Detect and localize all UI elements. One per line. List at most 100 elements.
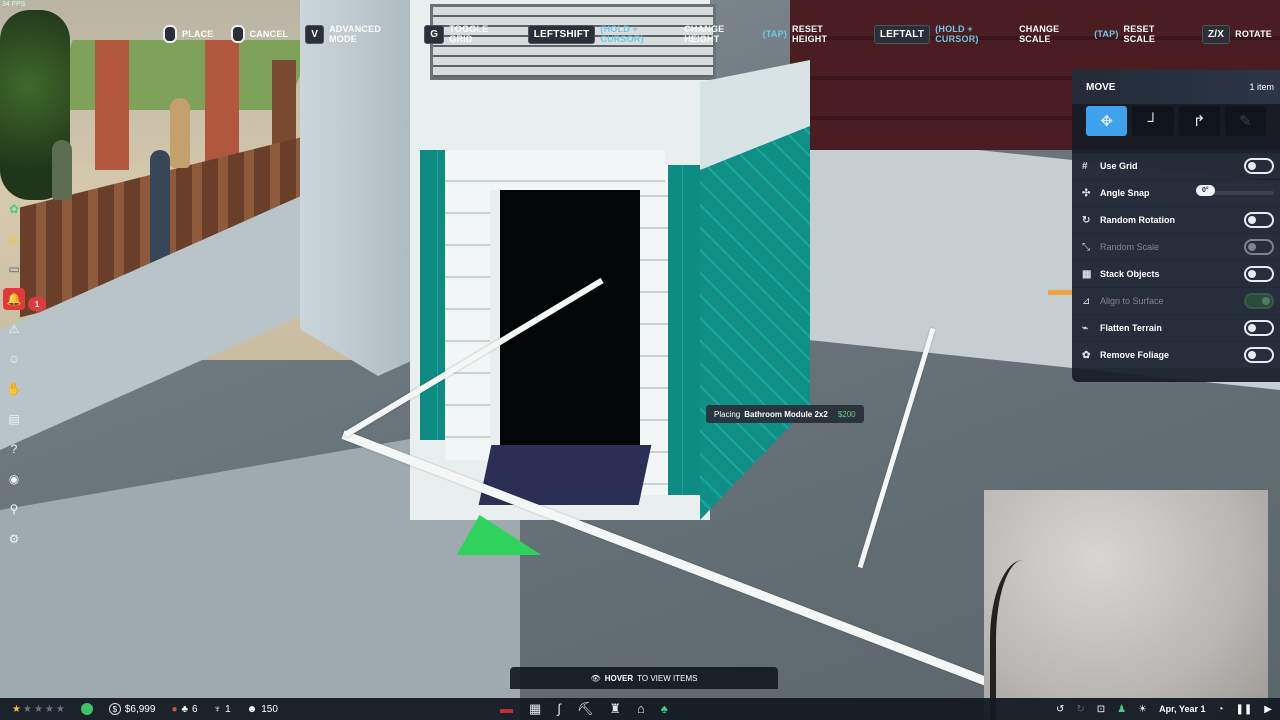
ride-icon[interactable]: ▬ [500, 701, 513, 717]
tooltip-prefix: Placing [714, 409, 741, 419]
panel-header: MOVE 1 item [1072, 70, 1280, 104]
inbox-icon[interactable]: ▭ [3, 258, 25, 280]
shop-icon[interactable]: ⌂ [637, 701, 645, 717]
left-sidebar: ✿ ◎ ▭ 🔔 ⚠ ☺ ✋ ▤ ? ◉ ⚲ ⚙ [0, 198, 28, 550]
staff[interactable]: ♆ 1 [214, 704, 231, 715]
worker-icon: ♆ [213, 703, 222, 715]
slider-value: 0° [1196, 185, 1215, 196]
hint-change-height: LEFTSHIFT (HOLD + CURSOR) CHANGE HEIGHT … [525, 22, 865, 46]
remove-foliage-toggle[interactable] [1244, 347, 1274, 363]
panel-title: MOVE [1086, 81, 1116, 93]
orange-marker [1048, 290, 1072, 295]
hint-toggle-grid: G TOGGLE GRID [421, 22, 518, 46]
clipboard-icon[interactable]: ▤ [3, 408, 25, 430]
hover-label-bold: HOVER [604, 673, 634, 683]
move-options: # Use Grid ✣ Angle Snap 0° ↻ Random Rota… [1072, 153, 1280, 368]
hint-label: CHANGE SCALE [1019, 24, 1060, 44]
option-random-rotation[interactable]: ↻ Random Rotation [1072, 207, 1280, 233]
settings-gear-icon[interactable]: ⚙ [3, 528, 25, 550]
selection-count: 1 item [1249, 82, 1274, 92]
use-grid-toggle[interactable] [1244, 158, 1274, 174]
sun-icon: ☀ [1138, 703, 1148, 715]
tooltip-item-name: Bathroom Module 2x2 [744, 409, 828, 419]
hint-cancel: CANCEL [228, 23, 297, 45]
hint-rotate: Z/X ROTATE [1199, 23, 1280, 46]
undo-icon[interactable]: ↺ [1056, 704, 1064, 715]
path-icon[interactable]: ∫ [557, 701, 561, 717]
mouse-right-icon [230, 25, 245, 43]
flatten-terrain-toggle[interactable] [1244, 320, 1274, 336]
money-icon: $ [108, 703, 121, 715]
move-mode-buttons: ✥ ┘ ↱ ✎ [1072, 104, 1280, 136]
management-icon[interactable]: ◎ [3, 228, 25, 250]
warning-icon[interactable]: ⚠ [3, 318, 25, 340]
mouse-left-icon [163, 25, 177, 43]
pin-icon[interactable]: ⚲ [3, 498, 25, 520]
blueprint-icon[interactable]: ▦ [529, 701, 541, 717]
option-remove-foliage[interactable]: ✿ Remove Foliage [1072, 342, 1280, 368]
scenery-icon[interactable]: ♜ [609, 701, 621, 717]
guests[interactable]: ☻ 150 [247, 704, 278, 715]
hint-label: CHANGE HEIGHT [684, 24, 725, 44]
star-icon: ★ [22, 703, 32, 715]
terrain-tool-icon[interactable]: ♠ [661, 701, 668, 717]
guest-info-icon[interactable]: ☺ [3, 348, 25, 370]
star-icon: ★ [12, 703, 21, 715]
camera-icon[interactable]: ◉ [3, 468, 25, 490]
stack-objects-toggle[interactable] [1244, 266, 1274, 282]
webcam-cable [990, 560, 1056, 720]
money[interactable]: $ $6,999 [108, 703, 155, 715]
key-cap: LEFTALT [873, 24, 931, 44]
option-label: Random Rotation [1100, 215, 1175, 225]
happiness[interactable] [80, 703, 93, 715]
guests-value: 150 [261, 703, 278, 715]
staff-icon: ♣ [181, 703, 189, 715]
park-logo-icon[interactable]: ✿ [3, 198, 25, 220]
random-scale-toggle [1244, 239, 1274, 255]
angle-snap-slider[interactable]: 0° [1196, 185, 1274, 196]
alerts[interactable]: ● ♣ 6 [171, 704, 197, 715]
option-label: Align to Surface [1100, 296, 1164, 306]
hint-label: TOGGLE GRID [449, 24, 489, 44]
hover-label: TO VIEW ITEMS [637, 673, 698, 683]
star-icon: ★ [33, 703, 43, 715]
foliage-icon: ✿ [1082, 349, 1091, 361]
overlay-icon[interactable]: ⊡ [1097, 704, 1105, 715]
option-flatten-terrain[interactable]: ⌁ Flatten Terrain [1072, 315, 1280, 341]
key-hints-bar: PLACE CANCEL V ADVANCED MODE G TOGGLE GR… [160, 22, 1280, 46]
hint-label: RESET SCALE [1123, 24, 1156, 44]
stack-icon: ▦ [1082, 268, 1092, 280]
option-use-grid[interactable]: # Use Grid [1072, 153, 1280, 179]
key-cap: G [424, 24, 445, 44]
hover-items-bar[interactable]: 👁 HOVER TO VIEW ITEMS [510, 667, 778, 689]
speed-icon[interactable]: ◔ [1217, 704, 1223, 715]
move-icon[interactable]: ✥ [1086, 106, 1128, 136]
time-controls: ↺ ↻ ⊡ ♟ ☀ Apr, Year 1 ◔ ❚❚ ▶ [1056, 704, 1272, 715]
bottom-status-bar: ★ ★ ★ ★ ★ $ $6,999 ● ♣ 6 ♆ 1 ☻ 150 ▬ ▦ ∫… [0, 698, 1280, 720]
park-rating: ★ ★ ★ ★ ★ [12, 704, 65, 715]
option-random-scale: ⤡ Random Scale [1072, 234, 1280, 260]
pause-icon[interactable]: ❚❚ [1236, 704, 1253, 715]
hint-modifier: (TAP) [1094, 29, 1119, 39]
option-stack-objects[interactable]: ▦ Stack Objects [1072, 261, 1280, 287]
hint-advanced-mode: V ADVANCED MODE [302, 22, 415, 46]
weather-icon[interactable]: ♟ [1117, 704, 1126, 715]
corner-icon[interactable]: ┘ [1132, 106, 1174, 136]
align-icon: ⊿ [1082, 295, 1091, 307]
construction-icon[interactable]: ⛏ [577, 701, 594, 717]
random-rotation-toggle[interactable] [1244, 212, 1274, 228]
key-cap: LEFTSHIFT [527, 24, 596, 44]
alerts-value: 6 [192, 703, 198, 715]
redo-icon[interactable]: ↻ [1076, 704, 1084, 715]
eyedropper-icon[interactable]: ✎ [1224, 106, 1266, 136]
notifications-icon[interactable]: 🔔 [3, 288, 25, 310]
grid-icon: # [1082, 160, 1088, 172]
hand-icon[interactable]: ✋ [3, 378, 25, 400]
option-label: Remove Foliage [1100, 350, 1170, 360]
option-align-to-surface: ⊿ Align to Surface [1072, 288, 1280, 314]
help-icon[interactable]: ? [3, 438, 25, 460]
play-icon[interactable]: ▶ [1264, 704, 1272, 715]
happiness-icon [80, 703, 93, 715]
option-angle-snap[interactable]: ✣ Angle Snap 0° [1072, 180, 1280, 206]
curve-icon[interactable]: ↱ [1178, 106, 1220, 136]
